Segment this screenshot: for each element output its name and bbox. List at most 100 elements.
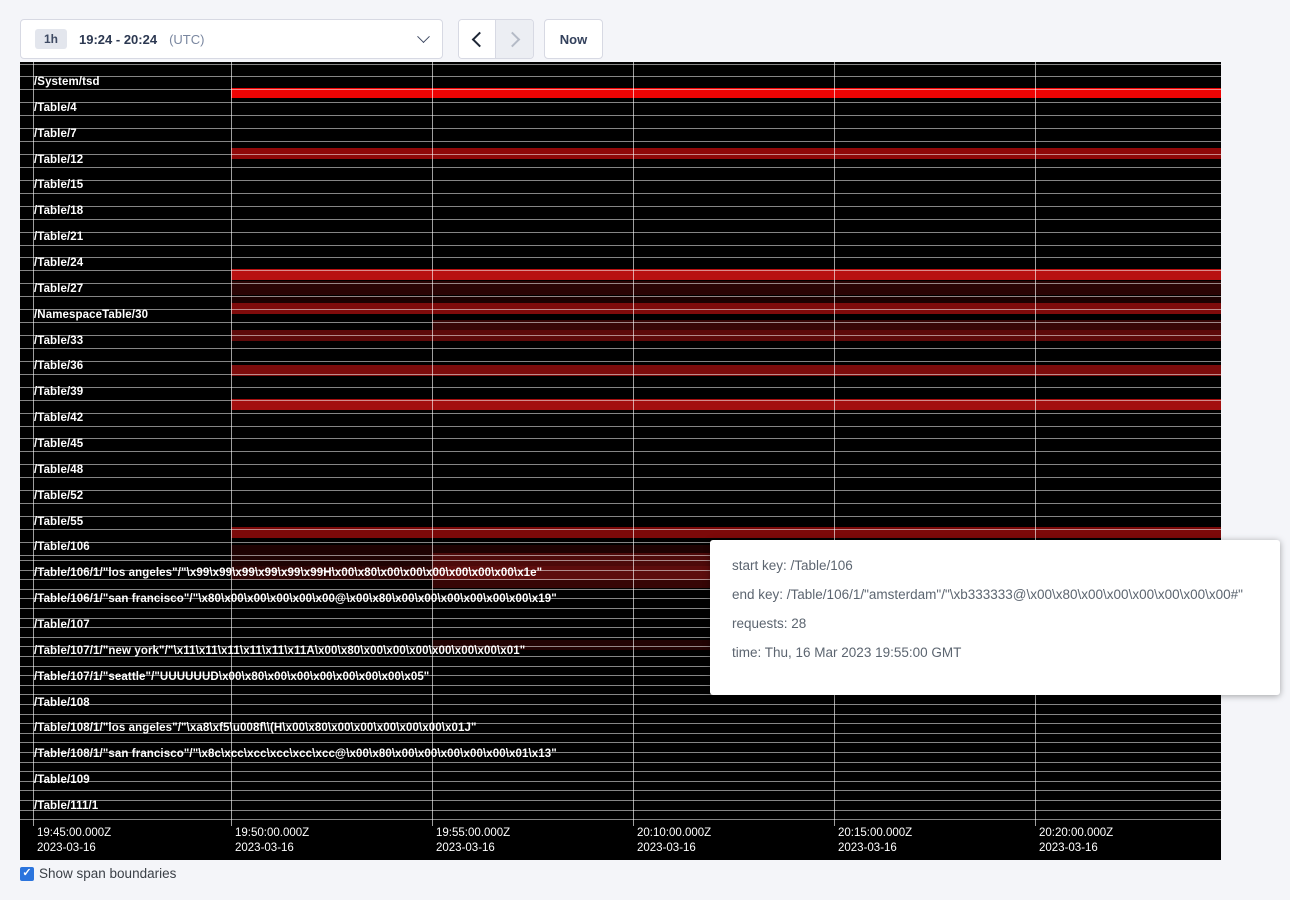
row-label: /Table/107 (34, 619, 90, 632)
span-boundary-line (20, 76, 1221, 77)
time-gridline (633, 62, 634, 826)
span-boundary-line (20, 245, 1221, 246)
x-axis-tick-label: 19:55:00.000Z2023-03-16 (436, 826, 510, 856)
x-tick-time: 20:20:00.000Z (1039, 826, 1113, 841)
row-label: /Table/18 (34, 205, 83, 218)
time-gridline (432, 62, 433, 826)
span-boundary-line (20, 89, 1221, 90)
show-span-boundaries-label[interactable]: Show span boundaries (39, 866, 176, 881)
row-label: /Table/12 (34, 154, 83, 167)
x-axis-tick-label: 19:45:00.000Z2023-03-16 (37, 826, 111, 856)
span-boundary-line (20, 232, 1221, 233)
span-boundary-line (20, 128, 1221, 129)
span-boundary-line (20, 361, 1221, 362)
span-boundary-line (20, 529, 1221, 530)
row-label: /Table/52 (34, 490, 83, 503)
row-label: /Table/108 (34, 697, 90, 710)
heat-band[interactable] (231, 296, 1221, 303)
x-axis-tick-label: 20:10:00.000Z2023-03-16 (637, 826, 711, 856)
now-button[interactable]: Now (544, 19, 603, 59)
prev-range-button[interactable] (459, 20, 496, 58)
row-label: /Table/107/1/"seattle"/"UUUUUUD\x00\x80\… (34, 671, 429, 684)
span-boundaries-control: ✓ Show span boundaries (20, 866, 176, 881)
span-boundary-line (20, 102, 1221, 103)
row-label: /Table/42 (34, 412, 83, 425)
chevron-right-icon (505, 31, 521, 47)
time-gridline (231, 62, 232, 826)
row-label: /Table/107/1/"new york"/"\x11\x11\x11\x1… (34, 645, 525, 658)
x-axis-tick-label: 19:50:00.000Z2023-03-16 (235, 826, 309, 856)
span-boundary-line (20, 309, 1221, 310)
row-label: /Table/4 (34, 102, 77, 115)
x-axis-tick-label: 20:15:00.000Z2023-03-16 (838, 826, 912, 856)
x-axis-tick-label: 20:20:00.000Z2023-03-16 (1039, 826, 1113, 856)
span-boundary-line (20, 322, 1221, 323)
range-text: 19:24 - 20:24 (79, 32, 157, 47)
span-boundary-line (20, 516, 1221, 517)
span-boundary-line (20, 387, 1221, 388)
span-boundary-line (20, 781, 1221, 782)
range-timezone: (UTC) (169, 32, 204, 47)
time-gridline (1035, 62, 1036, 826)
row-label: /Table/15 (34, 179, 83, 192)
span-boundary-line (20, 115, 1221, 116)
tooltip-start-key: start key: /Table/106 (732, 558, 1258, 573)
span-boundary-line (20, 477, 1221, 478)
row-label: /Table/48 (34, 464, 83, 477)
row-label: /Table/55 (34, 516, 83, 529)
chevron-down-icon (417, 30, 430, 43)
span-boundary-line (20, 819, 1221, 820)
span-boundary-line (20, 704, 1221, 705)
x-tick-date: 2023-03-16 (838, 841, 912, 856)
span-boundary-line (20, 180, 1221, 181)
span-boundary-line (20, 270, 1221, 271)
span-boundary-line (20, 167, 1221, 168)
span-boundary-line (20, 219, 1221, 220)
x-tick-time: 20:15:00.000Z (838, 826, 912, 841)
span-boundary-line (20, 374, 1221, 375)
next-range-button-disabled[interactable] (496, 20, 533, 58)
x-tick-date: 2023-03-16 (235, 841, 309, 856)
span-boundary-line (20, 64, 1221, 65)
x-tick-date: 2023-03-16 (1039, 841, 1113, 856)
span-boundary-line (20, 154, 1221, 155)
span-boundary-line (20, 714, 1221, 715)
span-boundary-line (20, 800, 1221, 801)
time-gridline (834, 62, 835, 826)
span-boundary-line (20, 141, 1221, 142)
row-label: /Table/108/1/"san francisco"/"\x8c\xcc\x… (34, 748, 557, 761)
span-boundary-line (20, 451, 1221, 452)
row-label: /Table/109 (34, 774, 90, 787)
x-tick-time: 19:55:00.000Z (436, 826, 510, 841)
row-label: /System/tsd (34, 76, 100, 89)
row-label: /Table/108/1/"los angeles"/"\xa8\xf5\u00… (34, 722, 477, 735)
keyvis-tooltip: start key: /Table/106 end key: /Table/10… (710, 540, 1280, 695)
span-boundary-line (20, 464, 1221, 465)
span-boundary-line (20, 438, 1221, 439)
span-boundary-line (20, 742, 1221, 743)
x-tick-time: 19:45:00.000Z (37, 826, 111, 841)
tooltip-requests: requests: 28 (732, 616, 1258, 631)
span-boundary-line (20, 296, 1221, 297)
show-span-boundaries-checkbox[interactable]: ✓ (20, 867, 34, 881)
row-label: /Table/24 (34, 257, 83, 270)
row-label: /Table/27 (34, 283, 83, 296)
span-boundary-line (20, 335, 1221, 336)
time-range-dropdown[interactable]: 1h 19:24 - 20:24 (UTC) (20, 19, 443, 59)
span-boundary-line (20, 790, 1221, 791)
span-boundary-line (20, 503, 1221, 504)
span-boundary-line (20, 762, 1221, 763)
row-label: /NamespaceTable/30 (34, 309, 148, 322)
span-boundary-line (20, 490, 1221, 491)
span-boundary-line (20, 426, 1221, 427)
x-tick-date: 2023-03-16 (37, 841, 111, 856)
row-label: /Table/39 (34, 386, 83, 399)
span-boundary-line (20, 257, 1221, 258)
checkmark-icon: ✓ (22, 868, 31, 879)
span-boundary-line (20, 810, 1221, 811)
key-visualizer-canvas[interactable]: /System/tsd/Table/4/Table/7/Table/12/Tab… (20, 62, 1221, 860)
tooltip-end-key: end key: /Table/106/1/"amsterdam"/"\xb33… (732, 587, 1258, 602)
row-label: /Table/106/1/"san francisco"/"\x80\x00\x… (34, 593, 557, 606)
span-boundary-line (20, 413, 1221, 414)
x-tick-date: 2023-03-16 (637, 841, 711, 856)
